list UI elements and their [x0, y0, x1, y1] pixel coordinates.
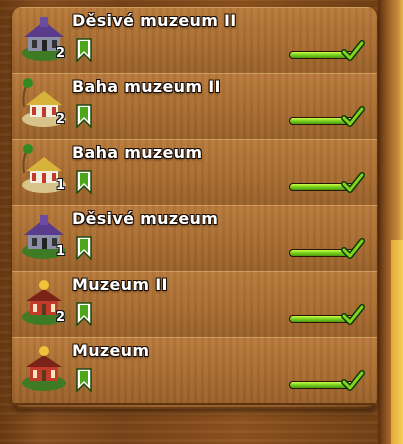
- checkmark-icon: [341, 40, 365, 61]
- level-number: 2: [56, 112, 66, 127]
- museum-list-panel: 2 Děsivé muzeum II 2 Baha muzeum II 1 Ba…: [12, 7, 377, 409]
- item-name: Děsivé muzeum: [72, 209, 219, 228]
- checkmark-icon: [341, 304, 365, 325]
- checkmark-icon: [341, 238, 365, 259]
- level-number: 2: [56, 310, 66, 325]
- bookmark-icon[interactable]: [75, 368, 93, 392]
- bookmark-icon[interactable]: [75, 170, 93, 194]
- item-name: Baha muzeum II: [72, 77, 221, 96]
- list-item[interactable]: 2 Muzeum II: [12, 271, 377, 339]
- level-number: 1: [56, 178, 66, 193]
- item-name: Muzeum II: [72, 275, 168, 294]
- museum-icon: [22, 346, 66, 391]
- bookmark-icon[interactable]: [75, 104, 93, 128]
- bookmark-icon[interactable]: [75, 38, 93, 62]
- list-item[interactable]: 1 Děsivé muzeum: [12, 205, 377, 273]
- item-name: Muzeum: [72, 341, 150, 360]
- item-name: Děsivé muzeum II: [72, 11, 237, 30]
- level-number: 1: [56, 244, 66, 259]
- checkmark-icon: [341, 172, 365, 193]
- list-item[interactable]: Muzeum: [12, 337, 377, 405]
- checkmark-icon: [341, 370, 365, 391]
- side-tab-edge: [391, 240, 403, 444]
- list-item[interactable]: 2 Děsivé muzeum II: [12, 7, 377, 75]
- checkmark-icon: [341, 106, 365, 127]
- level-number: 2: [56, 46, 66, 61]
- item-name: Baha muzeum: [72, 143, 203, 162]
- list-item[interactable]: 1 Baha muzeum: [12, 139, 377, 207]
- list-item[interactable]: 2 Baha muzeum II: [12, 73, 377, 141]
- bookmark-icon[interactable]: [75, 302, 93, 326]
- bookmark-icon[interactable]: [75, 236, 93, 260]
